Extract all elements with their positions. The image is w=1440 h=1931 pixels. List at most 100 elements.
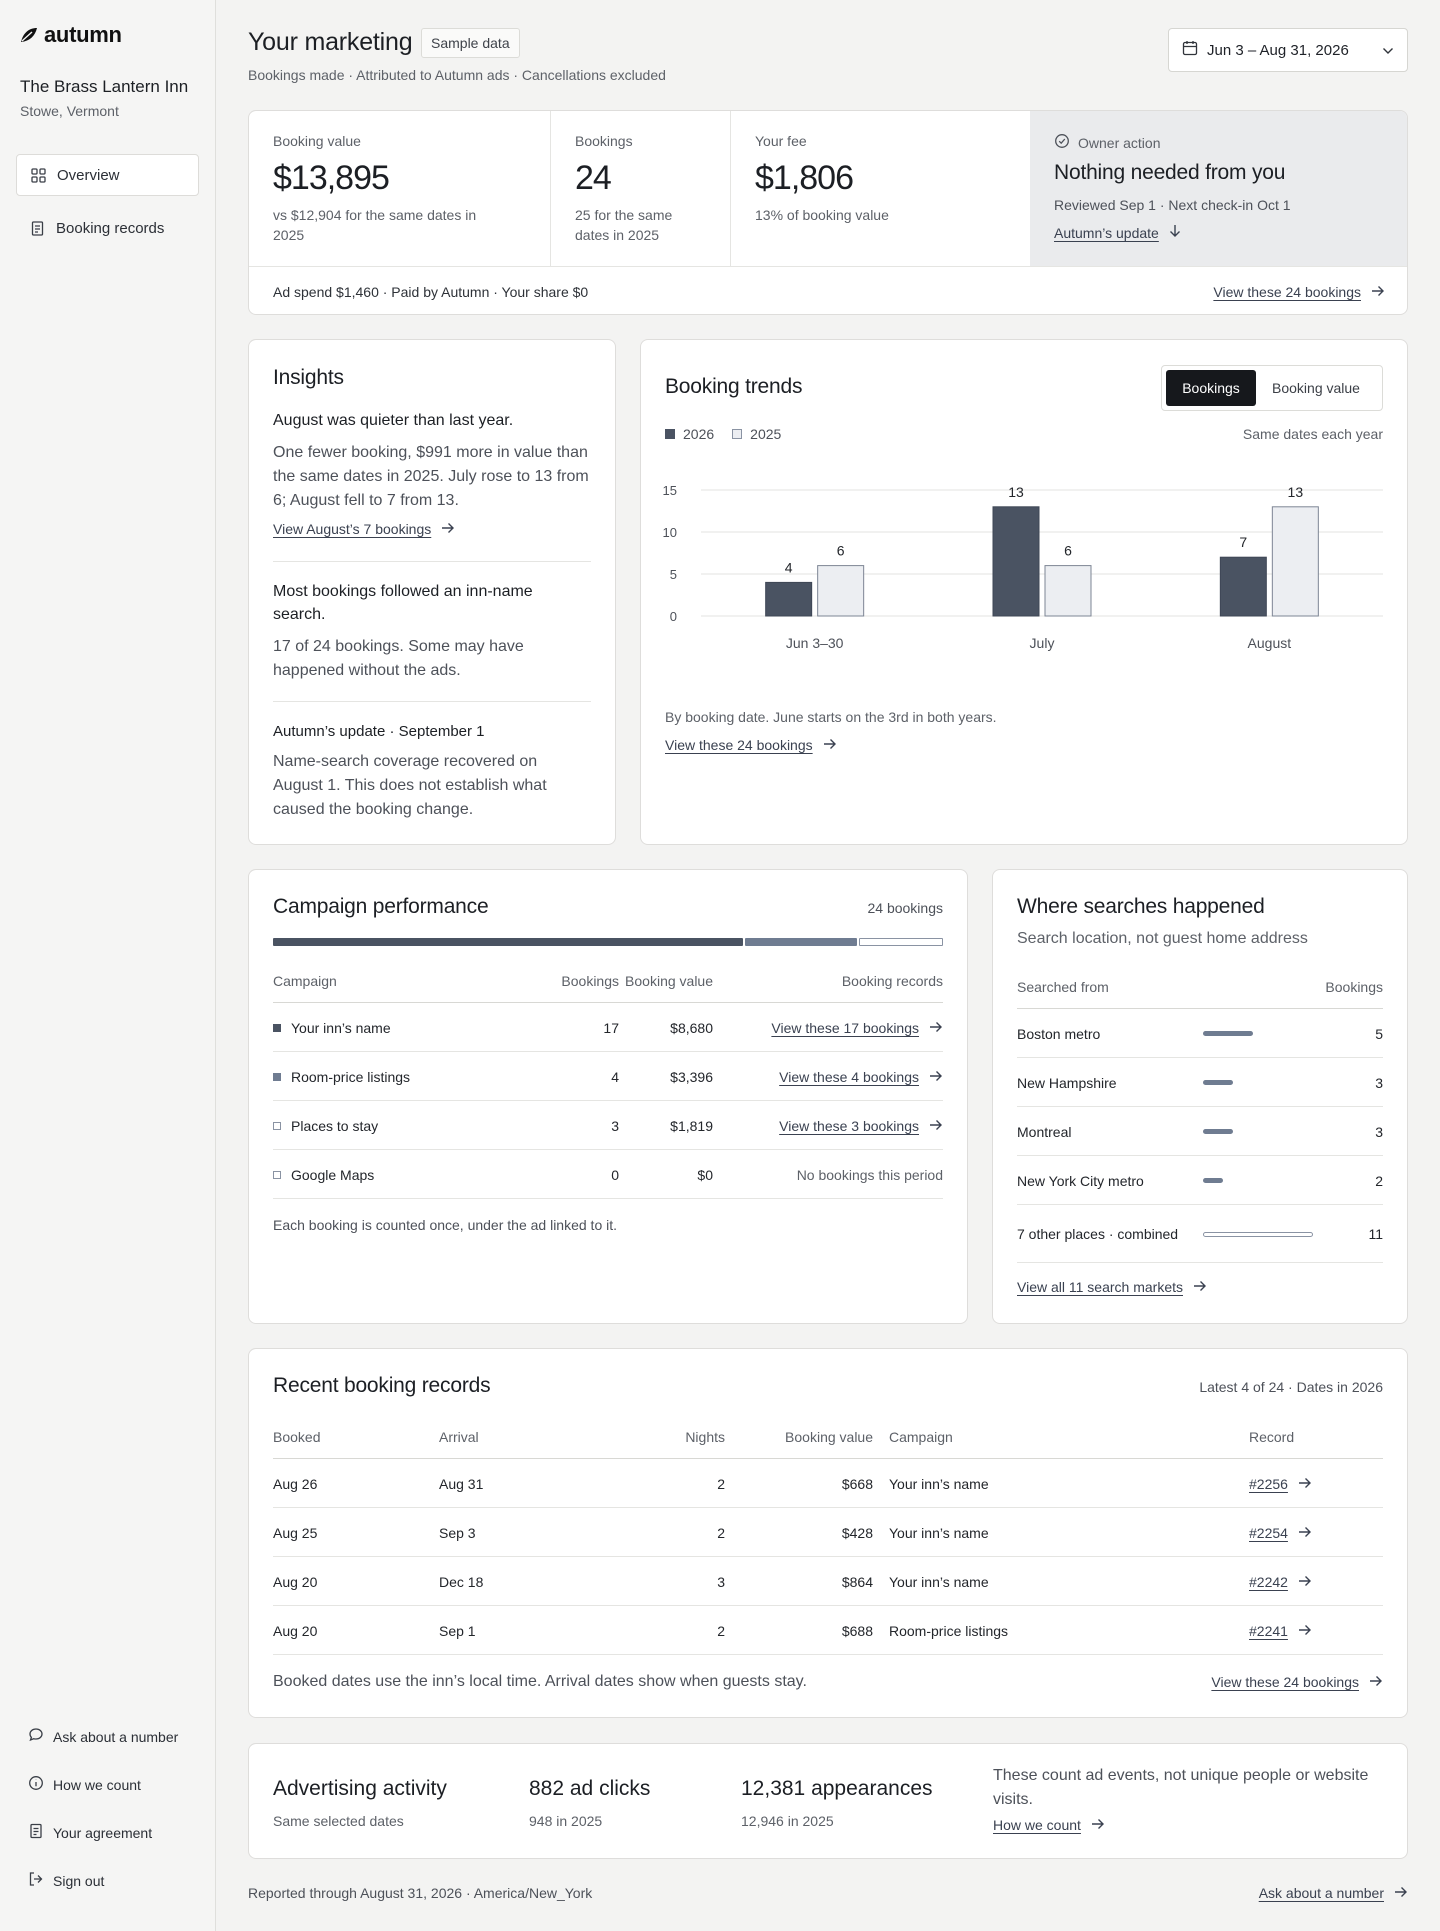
campaign-records-label: View these 4 bookings (779, 1068, 919, 1085)
page-subtitle: Bookings made · Attributed to Autumn ads… (248, 67, 666, 83)
search-place: 7 other places · combined (1017, 1226, 1179, 1242)
col-record: Record (1249, 1429, 1295, 1445)
campaign-name-cell: Room-price listings (273, 1052, 533, 1101)
record-booked: Aug 26 (273, 1475, 318, 1492)
record-link[interactable]: #2241 (1249, 1623, 1312, 1639)
view-bookings-link[interactable]: View these 24 bookings (1213, 284, 1385, 300)
trends-view-bookings-link[interactable]: View these 24 bookings (665, 737, 837, 753)
sidebar-sign-out[interactable]: Sign out (28, 1871, 104, 1890)
booking-trends-title: Booking trends (665, 375, 803, 398)
document-icon (28, 1823, 44, 1842)
search-row: New York City metro 2 (1017, 1156, 1383, 1205)
footer-ask-number-link[interactable]: Ask about a number (1259, 1885, 1408, 1901)
bar-value-label: 6 (1064, 543, 1072, 559)
divider (273, 701, 591, 702)
records-view-bookings-link[interactable]: View these 24 bookings (1211, 1674, 1383, 1690)
x-tick-label: August (1248, 635, 1292, 651)
owner-action-panel: Owner action Nothing needed from you Rev… (1030, 111, 1407, 266)
record-link[interactable]: #2256 (1249, 1476, 1312, 1492)
app-logo[interactable]: autumn (20, 22, 122, 48)
arrow-right-icon (1091, 1817, 1105, 1833)
campaign-records-label: View these 17 bookings (771, 1019, 919, 1036)
search-locations-subtitle: Search location, not guest home address (1017, 930, 1308, 947)
sidebar-agreement-label: Your agreement (53, 1824, 153, 1841)
sidebar-sign-out-label: Sign out (53, 1872, 105, 1889)
campaign-name: Places to stay (291, 1117, 379, 1134)
campaign-records-link[interactable]: View these 17 bookings (771, 1020, 943, 1036)
campaign-records-link[interactable]: View these 4 bookings (779, 1069, 943, 1085)
bar-value-label: 7 (1239, 534, 1247, 550)
owner-action-note: Reviewed Sep 1 · Next check-in Oct 1 (1054, 197, 1291, 213)
toggle-bookings[interactable]: Bookings (1166, 370, 1256, 406)
insight-heading: Most bookings followed an inn-name searc… (273, 583, 533, 623)
toggle-booking-value[interactable]: Booking value (1256, 370, 1376, 406)
campaign-value: $3,396 (670, 1068, 713, 1085)
sidebar-how-we-count[interactable]: How we count (28, 1775, 141, 1794)
sidebar-how-we-count-label: How we count (53, 1776, 141, 1793)
search-row: 7 other places · combined 11 (1017, 1205, 1383, 1263)
nav-booking-records[interactable]: Booking records (16, 207, 199, 249)
campaign-name-cell: Your inn’s name (273, 1003, 533, 1052)
record-value: $688 (841, 1622, 873, 1639)
record-link[interactable]: #2242 (1249, 1574, 1312, 1590)
date-range-picker[interactable]: Jun 3 – Aug 31, 2026 (1168, 28, 1408, 72)
x-tick-label: July (1030, 635, 1055, 651)
legend-2026: 2026 (665, 426, 714, 442)
nav-overview[interactable]: Overview (16, 154, 199, 196)
record-link[interactable]: #2254 (1249, 1525, 1312, 1541)
view-august-bookings-link[interactable]: View August’s 7 bookings (273, 521, 455, 537)
campaign-name-cell: Places to stay (273, 1101, 533, 1150)
kpi-footer: Ad spend $1,460 · Paid by Autumn · Your … (249, 266, 1407, 314)
arrow-right-icon (1298, 1623, 1312, 1639)
insight-body: Name-search coverage recovered on August… (273, 753, 547, 818)
ad-spend-text: Ad spend $1,460 · Paid by Autumn · Your … (273, 283, 589, 300)
campaign-marker (273, 1170, 281, 1179)
record-id: #2256 (1249, 1475, 1288, 1492)
sidebar-agreement[interactable]: Your agreement (28, 1823, 152, 1842)
info-icon (28, 1775, 44, 1794)
y-tick-label: 5 (670, 567, 677, 582)
recent-records-card: Recent booking records Latest 4 of 24 · … (248, 1348, 1408, 1718)
x-tick-label: Jun 3–30 (786, 635, 844, 651)
campaign-row: Places to stay 3 $1,819 View these 3 bookin… (273, 1101, 943, 1150)
ad-activity-subtitle: Same selected dates (273, 1813, 404, 1829)
record-campaign: Your inn’s name (889, 1524, 989, 1541)
ad-activity-note: These count ad events, not unique people… (993, 1767, 1369, 1808)
bar-2025-1 (1044, 565, 1092, 617)
kpi-label: Bookings (575, 133, 633, 149)
sidebar-ask-number[interactable]: Ask about a number (28, 1727, 178, 1746)
col-bookings: Bookings (1325, 979, 1383, 995)
record-id: #2241 (1249, 1622, 1288, 1639)
campaign-record-cell: No bookings this period (713, 1150, 943, 1199)
campaign-record-cell: View these 4 bookings (713, 1052, 943, 1101)
record-id-cell: #2256 (1249, 1459, 1379, 1508)
check-circle-icon (1054, 133, 1070, 152)
campaign-bookings: 3 (611, 1117, 619, 1134)
record-booked: Aug 25 (273, 1524, 318, 1541)
footer-ask-number-label: Ask about a number (1258, 1885, 1384, 1901)
kpi-card: Booking value $13,895 vs $12,904 for the… (248, 110, 1408, 315)
chat-bubble-icon (28, 1727, 44, 1746)
autumn-update-link[interactable]: Autumn’s update (1054, 224, 1181, 241)
insight-item: August was quieter than last year. One f… (273, 409, 595, 537)
campaign-value: $0 (697, 1166, 713, 1183)
campaign-bookings: 0 (611, 1166, 619, 1183)
campaign-record-cell: View these 17 bookings (713, 1003, 943, 1052)
share-segment (273, 938, 743, 946)
record-id-cell: #2241 (1249, 1606, 1379, 1655)
record-nights: 2 (717, 1622, 725, 1639)
campaign-performance-card: Campaign performance 24 bookings Campaig… (248, 869, 968, 1324)
calendar-icon (1182, 40, 1198, 60)
ad-activity-title: Advertising activity (273, 1777, 447, 1800)
view-search-markets-link[interactable]: View all 11 search markets (1017, 1279, 1207, 1295)
how-we-count-link[interactable]: How we count (993, 1817, 1105, 1833)
campaign-records-link[interactable]: View these 3 bookings (779, 1118, 943, 1134)
appearances-prev: 12,946 in 2025 (741, 1813, 834, 1829)
campaign-name: Room-price listings (291, 1068, 411, 1085)
search-row: Montreal 3 (1017, 1107, 1383, 1156)
campaign-row: Google Maps 0 $0 No bookings this period (273, 1150, 943, 1199)
campaign-bookings: 17 (603, 1019, 619, 1036)
arrow-right-icon (929, 1118, 943, 1134)
search-place: New York City metro (1017, 1172, 1144, 1189)
chart-legend: 2026 2025 (665, 426, 781, 442)
